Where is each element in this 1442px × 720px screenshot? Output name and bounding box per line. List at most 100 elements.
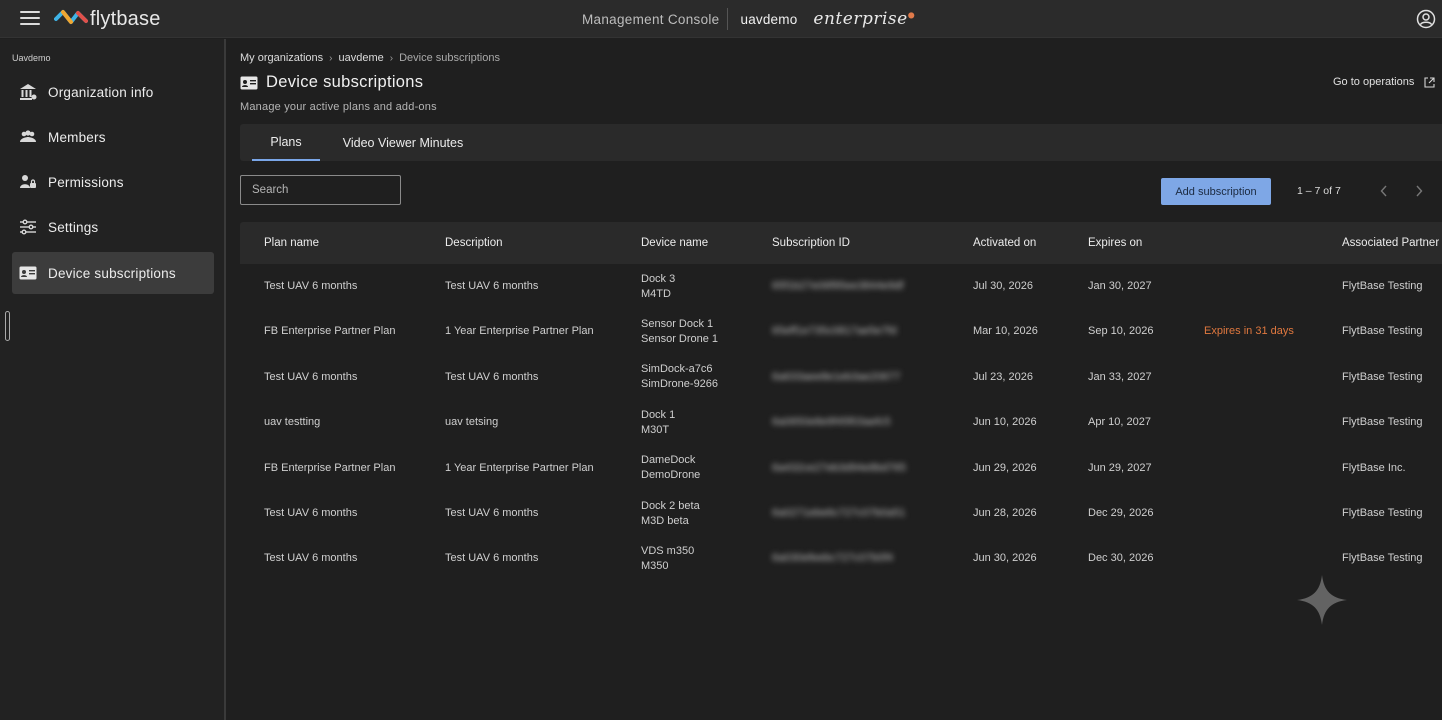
sparkle-icon [1297,575,1347,625]
cell-plan-name: Test UAV 6 months [264,507,358,519]
cell-description: Test UAV 6 months [445,552,539,565]
cell-device-name: Dock 1 M30T [641,400,675,445]
device-dock-name: Dock 2 beta [641,499,700,512]
account-icon[interactable] [1416,9,1436,29]
device-dock-name: DameDock [641,454,696,467]
cell-subscription-id: 6a0650e8e9f45f03aefc5 [772,416,891,429]
table-row[interactable]: Test UAV 6 months Test UAV 6 months Dock 2… [240,491,1442,536]
sidebar-item-members[interactable]: Members [12,116,214,158]
device-dock-name: SimDock-a7c6 [641,363,713,376]
cell-associated-partner: FlytBase Testing [1342,416,1423,429]
cell-expires-on: Dec 29, 2026 [1088,507,1154,519]
table-row[interactable]: Test UAV 6 months Test UAV 6 months VDS m3… [240,536,1442,581]
cell-description: 1 Year Enterprise Partner Plan [445,325,594,338]
cell-activated-on: Jun 10, 2026 [973,416,1037,429]
table-row[interactable]: FB Enterprise Partner Plan 1 Year Enterpr… [240,309,1442,354]
cell-activated-on: Jul 23, 2026 [973,370,1033,383]
page-subtitle: Manage your active plans and add-ons [240,101,437,113]
cell-activated-on: Jul 30, 2026 [973,280,1033,292]
cell-description: uav tetsing [445,416,499,429]
sidebar-item-organization-info[interactable]: Organization info [12,71,214,113]
cell-expires-on: Sep 10, 2026 [1088,325,1154,338]
header-divider [727,8,729,30]
device-dock-name: Sensor Dock 1 [641,317,714,330]
cell-plan-name: FB Enterprise Partner Plan [264,325,396,338]
cell-description: Test UAV 6 months [445,280,539,292]
cell-associated-partner: FlytBase Testing [1342,552,1423,565]
chevron-right-icon[interactable] [1411,182,1427,200]
column-header-expires-on[interactable]: Expires on [1088,222,1142,264]
cell-device-name: SimDock-a7c6 SimDrone-9266 [641,355,718,400]
cell-device-name: VDS m350 M350 [641,536,694,581]
cell-subscription-id: 6a0271ebe6c727c07b0a51 [772,507,906,519]
sidebar-item-device-subscriptions[interactable]: Device subscriptions [12,252,214,294]
column-header-activated-on[interactable]: Activated on [973,222,1036,264]
device-dock-name: Dock 1 [641,408,676,421]
external-link-icon [1424,76,1435,88]
subscription-card-icon [18,263,38,283]
device-drone-name: M3D beta [641,514,689,527]
device-drone-name: M350 [641,559,669,572]
sidebar-org-label: Uavdemo [12,53,51,63]
settings-icon [18,217,38,237]
console-header: Management Console uavdemo enterprise● [582,0,915,38]
sidebar-item-label: Members [48,129,106,145]
cell-associated-partner: FlytBase Testing [1342,507,1423,519]
tab-label: Video Viewer Minutes [342,135,464,150]
column-header-associated-partner[interactable]: Associated Partner [1342,222,1439,264]
cell-subscription-id: 65f1b27e06f95ee3844e9df [772,280,904,292]
breadcrumb: My organizations › uavdeme › Device subs… [240,52,500,64]
sidebar-scrollbar[interactable] [5,311,10,341]
column-header-description[interactable]: Description [445,222,503,264]
cell-expires-on: Dec 30, 2026 [1088,552,1154,565]
table-row[interactable]: Test UAV 6 months Test UAV 6 months SimDoc… [240,355,1442,400]
breadcrumb-my-organizations[interactable]: My organizations [240,52,323,64]
search-input[interactable] [240,175,401,205]
cell-plan-name: Test UAV 6 months [264,552,358,565]
cell-device-name: Sensor Dock 1 Sensor Drone 1 [641,309,718,354]
sidebar-item-settings[interactable]: Settings [12,206,214,248]
top-bar: flytbase Management Console uavdemo ente… [0,0,1442,38]
cell-description: Test UAV 6 months [445,507,539,519]
chevron-left-icon[interactable] [1376,182,1392,200]
sidebar-item-label: Settings [48,219,99,235]
table-row[interactable]: Test UAV 6 months Test UAV 6 months Dock 3… [240,264,1442,309]
cell-description: Test UAV 6 months [445,370,539,383]
chevron-right-icon: › [389,52,394,64]
management-console-label: Management Console [582,11,720,27]
members-icon [18,127,38,147]
column-header-device-name[interactable]: Device name [641,222,708,264]
cell-subscription-id: 65eff1e735c0817ae5e7fd [772,325,897,338]
cell-subscription-id: 6a030efeebc727c07b0f4 [772,552,894,565]
cell-plan-name: Test UAV 6 months [264,370,358,383]
edition-label: enterprise [813,9,908,29]
add-subscription-button[interactable]: Add subscription [1161,178,1271,205]
device-dock-name: VDS m350 [641,544,695,557]
sidebar: Uavdemo Organization info Members Permis… [0,39,226,720]
sidebar-item-permissions[interactable]: Permissions [12,161,214,203]
tab-plans[interactable]: Plans [252,124,320,161]
tab-video-viewer-minutes[interactable]: Video Viewer Minutes [328,124,478,161]
hamburger-menu-icon[interactable] [20,11,40,27]
go-to-operations-label: Go to operations [1333,76,1415,88]
go-to-operations-link[interactable]: Go to operations [1333,76,1435,88]
cell-plan-name: Test UAV 6 months [264,280,358,292]
breadcrumb-current: Device subscriptions [399,52,500,64]
page-title: Device subscriptions [266,73,424,91]
flytbase-logo[interactable]: flytbase [54,6,161,32]
table-row[interactable]: FB Enterprise Partner Plan 1 Year Enterpr… [240,446,1442,491]
page-header: Device subscriptions [240,73,423,92]
column-header-plan-name[interactable]: Plan name [264,222,319,264]
cell-subscription-id: 6a432ce27eb3d94e8bd765 [772,461,906,474]
cell-activated-on: Jun 30, 2026 [973,552,1037,565]
org-name[interactable]: uavdemo [740,12,797,27]
cell-associated-partner: FlytBase Testing [1342,370,1423,383]
cell-device-name: Dock 3 M4TD [641,264,675,309]
column-header-subscription-id[interactable]: Subscription ID [772,222,850,264]
cell-device-name: Dock 2 beta M3D beta [641,491,700,536]
cell-device-name: DameDock DemoDrone [641,446,700,491]
table-row[interactable]: uav testting uav tetsing Dock 1 M30T 6a0650e… [240,400,1442,445]
cell-description: 1 Year Enterprise Partner Plan [445,461,594,474]
breadcrumb-org[interactable]: uavdeme [339,52,384,64]
cell-expires-on: Jun 29, 2027 [1088,461,1152,474]
